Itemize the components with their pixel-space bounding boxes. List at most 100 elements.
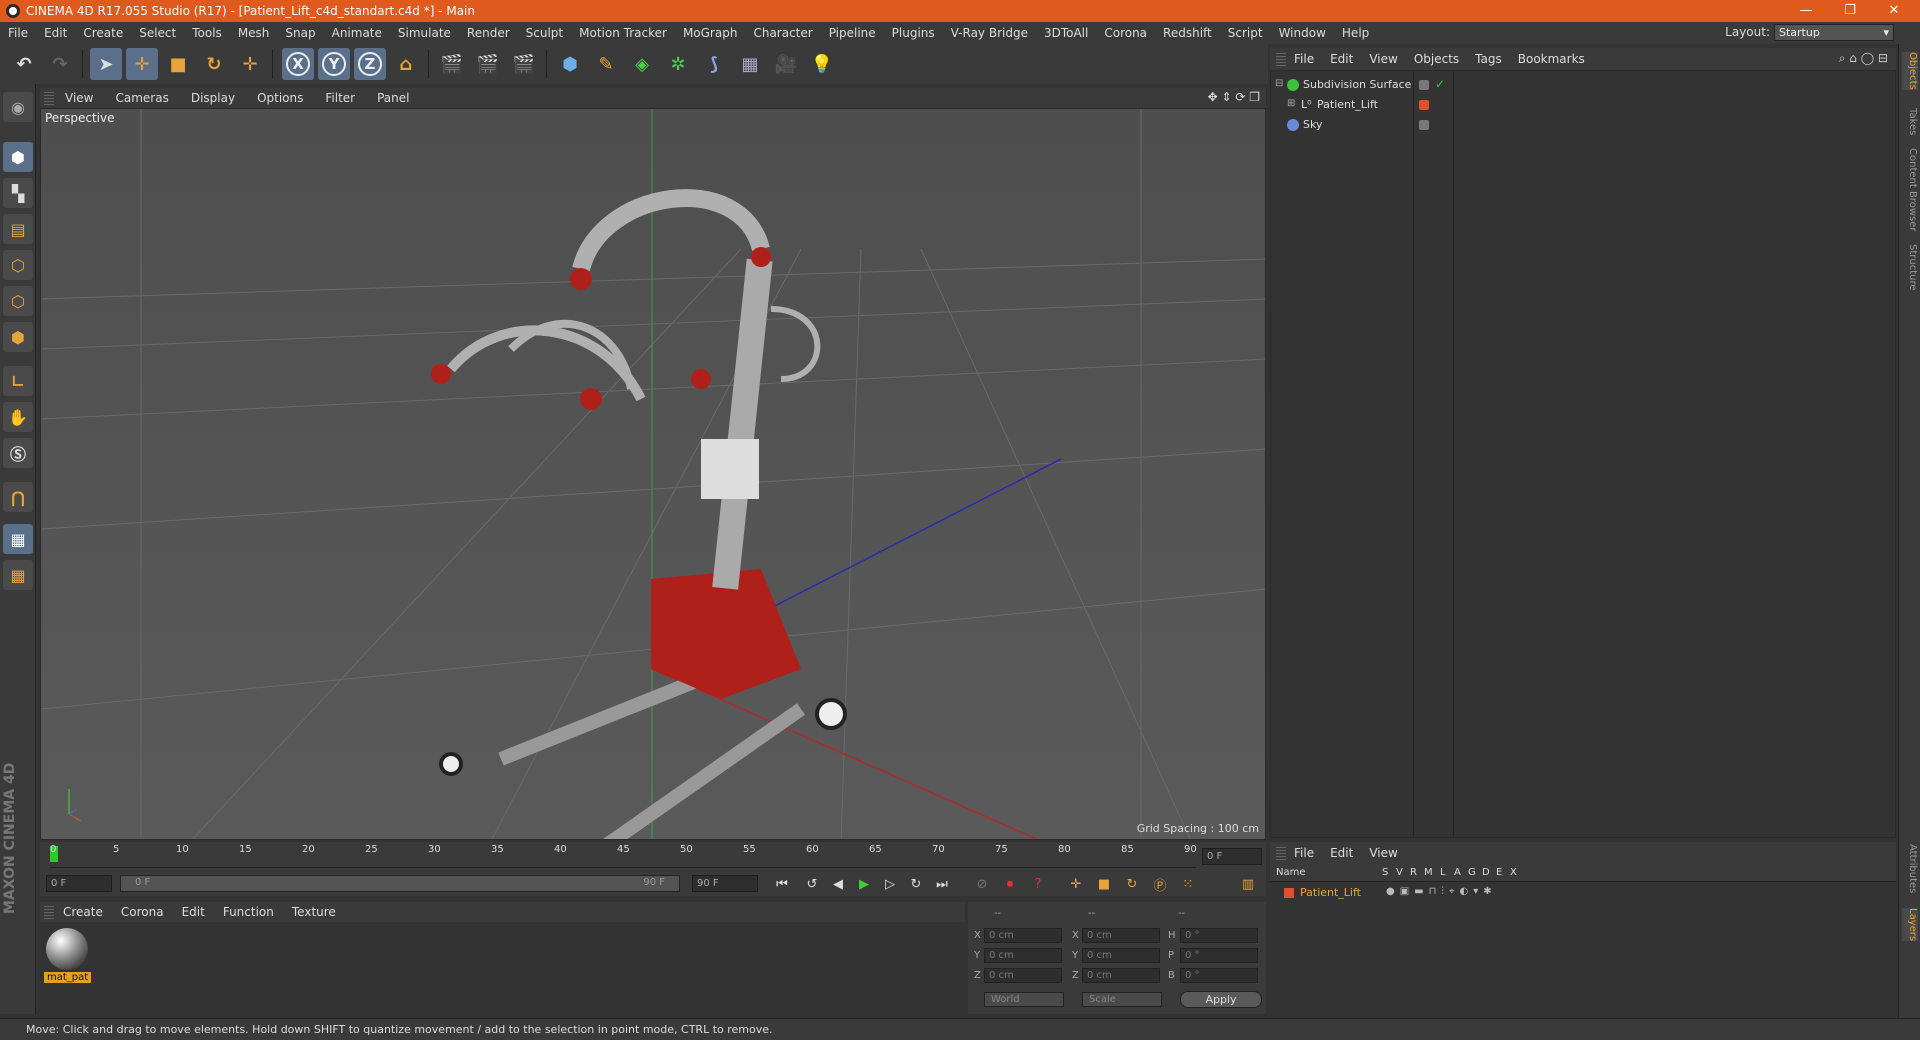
key-parameter-button[interactable]: Ⓟ: [1148, 874, 1172, 894]
workplane-align-button[interactable]: ▦: [3, 560, 33, 590]
move-tool-button[interactable]: ✛: [126, 48, 158, 80]
material-menu-function[interactable]: Function: [214, 905, 283, 919]
position-y-field[interactable]: 0 cm: [984, 948, 1062, 963]
rotation-p-field[interactable]: 0 °: [1180, 948, 1258, 963]
start-frame-field[interactable]: 0 F: [46, 875, 112, 892]
recent-tool-button[interactable]: ✛: [234, 48, 266, 80]
layout-select[interactable]: Startup ▾: [1774, 24, 1894, 41]
next-frame-button[interactable]: ▷: [878, 874, 902, 894]
current-frame-field[interactable]: 0 F: [1202, 848, 1262, 865]
next-key-button[interactable]: ↻: [904, 874, 928, 894]
undo-button[interactable]: ↶: [8, 48, 40, 80]
enabled-check-icon[interactable]: ✓: [1435, 77, 1445, 91]
size-y-field[interactable]: 0 cm: [1082, 948, 1160, 963]
menu-vray-bridge[interactable]: V-Ray Bridge: [943, 26, 1036, 40]
rotation-b-field[interactable]: 0 °: [1180, 968, 1258, 983]
menu-mesh[interactable]: Mesh: [230, 26, 278, 40]
object-layer-swatch[interactable]: [1419, 100, 1429, 110]
timeline-ruler[interactable]: 0 5 10 15 20 25 30 35 40 45 50 55 60 65 …: [40, 842, 1266, 872]
goto-end-button[interactable]: ⏭: [930, 874, 954, 894]
timeline-window-button[interactable]: ▥: [1236, 874, 1260, 894]
model-mode-button[interactable]: ⬢: [3, 142, 33, 172]
menu-render[interactable]: Render: [459, 26, 518, 40]
position-z-field[interactable]: 0 cm: [984, 968, 1062, 983]
layer-toggle-icons[interactable]: ●▣▬⊓⫶⌖◐▾✱: [1386, 886, 1497, 897]
deformer-button[interactable]: ⟆: [698, 48, 730, 80]
menu-snap[interactable]: Snap: [277, 26, 323, 40]
goto-start-button[interactable]: ⏮: [770, 874, 794, 894]
menu-animate[interactable]: Animate: [324, 26, 390, 40]
key-position-button[interactable]: ✛: [1064, 874, 1088, 894]
minimize-button[interactable]: —: [1784, 0, 1828, 22]
viewport-menu-display[interactable]: Display: [180, 91, 246, 105]
menu-tools[interactable]: Tools: [184, 26, 230, 40]
tab-layers[interactable]: Layers: [1902, 908, 1918, 942]
play-button[interactable]: ▶: [852, 874, 876, 894]
key-pla-button[interactable]: ⁙: [1176, 874, 1200, 894]
object-layer-swatch[interactable]: [1419, 120, 1429, 130]
record-active-button[interactable]: ⏺: [998, 874, 1022, 894]
tab-structure[interactable]: Structure: [1902, 244, 1918, 291]
om-menu-tags[interactable]: Tags: [1467, 52, 1510, 66]
menu-select[interactable]: Select: [131, 26, 184, 40]
close-button[interactable]: ✕: [1872, 0, 1916, 22]
y-axis-lock-button[interactable]: Y: [318, 48, 350, 80]
menu-simulate[interactable]: Simulate: [390, 26, 459, 40]
workplane-lock-button[interactable]: ▦: [3, 524, 33, 554]
om-menu-objects[interactable]: Objects: [1406, 52, 1467, 66]
viewport-menu-options[interactable]: Options: [246, 91, 314, 105]
cloner-button[interactable]: ✲: [662, 48, 694, 80]
make-editable-button[interactable]: ◉: [3, 92, 33, 122]
material-menu-create[interactable]: Create: [54, 905, 112, 919]
solo-button[interactable]: Ⓢ: [3, 438, 33, 468]
redo-button[interactable]: ↷: [44, 48, 76, 80]
key-scale-button[interactable]: ■: [1092, 874, 1116, 894]
viewport-menu-filter[interactable]: Filter: [314, 91, 366, 105]
coordinate-space-select[interactable]: World: [984, 992, 1064, 1007]
cube-primitive-button[interactable]: ⬢: [554, 48, 586, 80]
object-layer-swatch[interactable]: [1419, 80, 1429, 90]
viewport-menu-view[interactable]: View: [54, 91, 104, 105]
material-menu-edit[interactable]: Edit: [173, 905, 214, 919]
object-row[interactable]: Sky: [1271, 115, 1895, 135]
edges-mode-button[interactable]: ⬡: [3, 286, 33, 316]
spline-pen-button[interactable]: ✎: [590, 48, 622, 80]
rotation-h-field[interactable]: 0 °: [1180, 928, 1258, 943]
workplane-mode-button[interactable]: ▤: [3, 214, 33, 244]
floor-button[interactable]: ▦: [734, 48, 766, 80]
tab-attributes[interactable]: Attributes: [1902, 844, 1918, 893]
texture-mode-button[interactable]: ▚: [3, 178, 33, 208]
lm-menu-file[interactable]: File: [1286, 846, 1322, 860]
render-view-button[interactable]: 🎬: [436, 48, 468, 80]
menu-corona[interactable]: Corona: [1096, 26, 1155, 40]
menu-window[interactable]: Window: [1271, 26, 1334, 40]
rotate-tool-button[interactable]: ↻: [198, 48, 230, 80]
layer-color-swatch[interactable]: [1284, 888, 1294, 898]
menu-mograph[interactable]: MoGraph: [675, 26, 746, 40]
autokey-button[interactable]: ?: [1026, 874, 1050, 894]
layer-row[interactable]: Patient_Lift ●▣▬⊓⫶⌖◐▾✱: [1270, 884, 1896, 902]
patient-lift-model[interactable]: [431, 189, 847, 840]
menu-help[interactable]: Help: [1334, 26, 1377, 40]
snapping-button[interactable]: ⋂: [3, 482, 33, 512]
end-frame-field[interactable]: 90 F: [692, 875, 758, 892]
expand-icon[interactable]: ⊞: [1287, 98, 1295, 109]
om-menu-bookmarks[interactable]: Bookmarks: [1510, 52, 1593, 66]
menu-create[interactable]: Create: [75, 26, 131, 40]
points-mode-button[interactable]: ⬡: [3, 250, 33, 280]
x-axis-lock-button[interactable]: X: [282, 48, 314, 80]
polygons-mode-button[interactable]: ⬢: [3, 322, 33, 352]
axis-mode-button[interactable]: ∟: [3, 366, 33, 396]
render-picture-viewer-button[interactable]: 🎬: [472, 48, 504, 80]
camera-button[interactable]: 🎥: [770, 48, 802, 80]
prev-frame-button[interactable]: ◀: [826, 874, 850, 894]
light-button[interactable]: 💡: [806, 48, 838, 80]
tab-content-browser[interactable]: Content Browser: [1902, 148, 1918, 231]
tab-takes[interactable]: Takes: [1902, 108, 1918, 135]
prev-key-button[interactable]: ↺: [800, 874, 824, 894]
menu-motion-tracker[interactable]: Motion Tracker: [571, 26, 675, 40]
menu-plugins[interactable]: Plugins: [884, 26, 943, 40]
material-item[interactable]: mat_pat: [42, 924, 92, 988]
position-x-field[interactable]: 0 cm: [984, 928, 1062, 943]
coordinate-mode-select[interactable]: Scale: [1082, 992, 1162, 1007]
